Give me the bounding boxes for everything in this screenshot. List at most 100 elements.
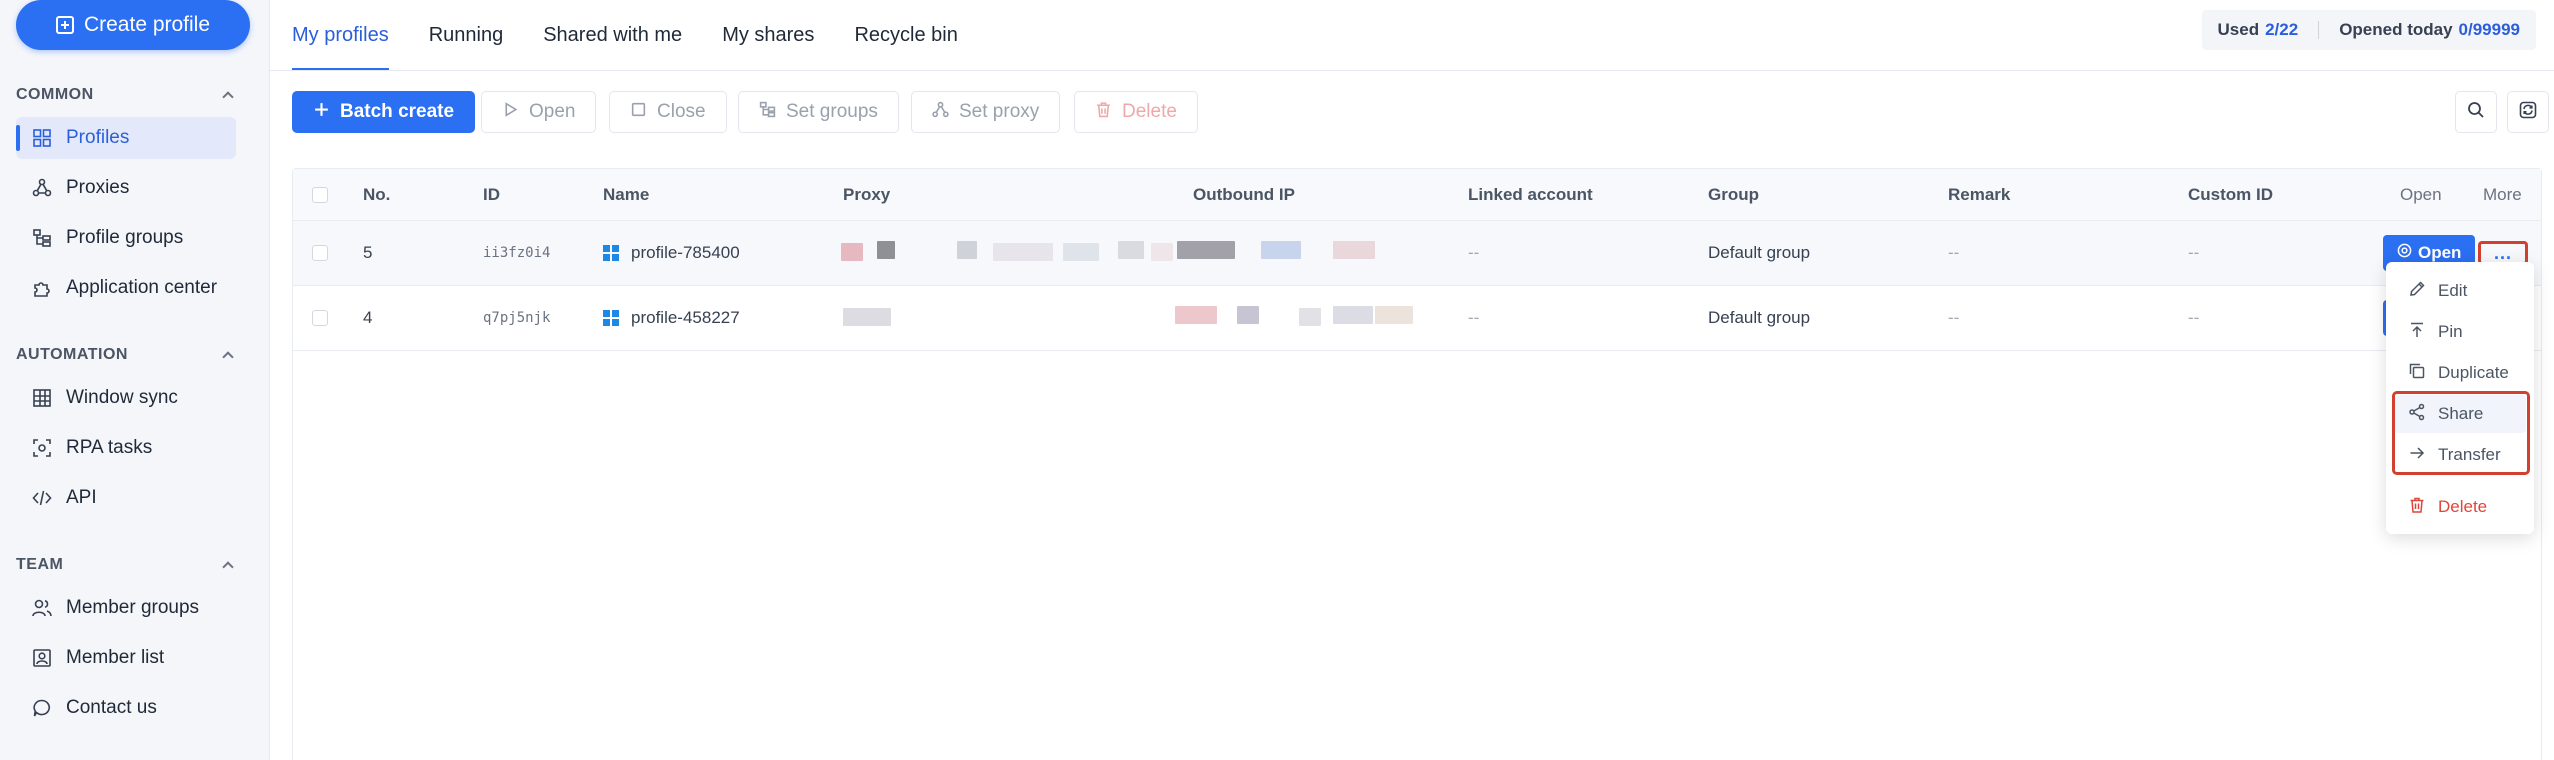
row-checkbox[interactable] [312, 245, 328, 261]
cell-group: Default group [1708, 243, 1811, 262]
trash-icon [2408, 496, 2426, 519]
col-name[interactable]: Name [603, 169, 649, 221]
menu-item-edit[interactable]: Edit [2394, 272, 2526, 310]
cell-name[interactable]: profile-458227 [603, 286, 740, 350]
section-automation[interactable]: AUTOMATION [16, 344, 238, 366]
open-button[interactable]: Open [481, 91, 597, 133]
opened-today-label: Opened today [2339, 20, 2453, 39]
sidebar-item-rpa-tasks[interactable]: RPA tasks [16, 427, 236, 469]
batch-create-button[interactable]: Batch create [292, 91, 476, 133]
grid-icon [32, 128, 52, 148]
row-checkbox[interactable] [312, 310, 328, 326]
windows-icon [603, 245, 619, 261]
windows-icon [603, 310, 619, 326]
code-icon [32, 488, 52, 508]
sidebar: Create profile COMMON Profiles Proxies P… [0, 0, 270, 760]
sidebar-item-window-sync[interactable]: Window sync [16, 377, 236, 419]
opened-today-value: 0/99999 [2458, 20, 2520, 39]
cell-id: q7pj5njk [483, 310, 551, 326]
menu-item-duplicate[interactable]: Duplicate [2394, 354, 2526, 392]
col-group[interactable]: Group [1708, 169, 1759, 221]
tab-my-shares[interactable]: My shares [722, 0, 814, 70]
chevron-up-icon [222, 561, 234, 573]
trash-icon [1095, 101, 1112, 124]
search-button[interactable] [2455, 91, 2497, 133]
select-all-checkbox[interactable] [312, 187, 328, 203]
chrome-icon [2397, 243, 2412, 263]
cell-linked-account: -- [1468, 308, 1480, 327]
scan-icon [32, 438, 52, 458]
tab-shared-with-me[interactable]: Shared with me [543, 0, 682, 70]
users-icon [32, 598, 52, 618]
cell-remark: -- [1948, 308, 1960, 327]
tab-my-profiles[interactable]: My profiles [292, 0, 389, 70]
col-no[interactable]: No. [363, 169, 390, 221]
tab-recycle-bin[interactable]: Recycle bin [854, 0, 957, 70]
col-more: More [2483, 185, 2522, 204]
network-icon [932, 101, 949, 124]
cell-linked-account: -- [1468, 243, 1480, 262]
col-id[interactable]: ID [483, 169, 500, 221]
chevron-up-icon [222, 91, 234, 103]
col-outbound-ip[interactable]: Outbound IP [1193, 169, 1295, 221]
plus-square-icon [55, 16, 74, 34]
tab-running[interactable]: Running [429, 0, 504, 70]
col-proxy[interactable]: Proxy [843, 169, 890, 221]
sidebar-item-member-list[interactable]: Member list [16, 637, 236, 679]
menu-item-delete[interactable]: Delete [2394, 488, 2526, 526]
sidebar-item-profiles[interactable]: Profiles [16, 117, 236, 159]
cell-id: ii3fz0i4 [483, 245, 551, 261]
sidebar-item-member-groups[interactable]: Member groups [16, 587, 236, 629]
create-profile-label: Create profile [83, 13, 211, 36]
pin-top-icon [2408, 321, 2426, 344]
sidebar-item-api[interactable]: API [16, 477, 236, 519]
cell-name[interactable]: profile-785400 [603, 221, 740, 285]
col-linked-account[interactable]: Linked account [1468, 169, 1593, 221]
sidebar-item-contact-us[interactable]: Contact us [16, 687, 236, 729]
cell-custom-id: -- [2188, 243, 2200, 262]
tabs-divider [270, 70, 2554, 71]
cell-no: 4 [363, 308, 373, 327]
tree-icon [32, 228, 52, 248]
chat-bubble-icon [32, 698, 52, 718]
col-remark[interactable]: Remark [1948, 169, 2010, 221]
cell-group: Default group [1708, 308, 1811, 327]
top-tabs: My profiles Running Shared with me My sh… [292, 0, 958, 70]
stop-square-icon [630, 101, 647, 124]
cell-no: 5 [363, 243, 373, 262]
table-header: No. ID Name Proxy Outbound IP Linked acc… [293, 169, 2541, 221]
contact-card-icon [32, 648, 52, 668]
section-team[interactable]: TEAM [16, 554, 238, 576]
chevron-up-icon [222, 351, 234, 363]
cell-remark: -- [1948, 243, 1960, 262]
cell-custom-id: -- [2188, 308, 2200, 327]
create-profile-button[interactable]: Create profile [16, 0, 250, 50]
quota-divider [2318, 21, 2320, 39]
copy-icon [2408, 362, 2426, 385]
close-button[interactable]: Close [609, 91, 727, 133]
refresh-button[interactable] [2507, 91, 2549, 133]
set-proxy-button[interactable]: Set proxy [911, 91, 1061, 133]
tree-icon [759, 101, 776, 124]
section-common[interactable]: COMMON [16, 84, 238, 106]
play-icon [502, 101, 519, 124]
profiles-table: No. ID Name Proxy Outbound IP Linked acc… [292, 168, 2542, 760]
puzzle-icon [32, 278, 52, 298]
menu-item-pin[interactable]: Pin [2394, 313, 2526, 351]
col-custom-id[interactable]: Custom ID [2188, 169, 2273, 221]
table-row[interactable]: 5 ii3fz0i4 profile-785400 -- Default gro… [293, 221, 2541, 286]
delete-button[interactable]: Delete [1074, 91, 1198, 133]
used-value: 2/22 [2265, 20, 2299, 39]
sidebar-item-proxies[interactable]: Proxies [16, 167, 236, 209]
quota-panel: Used 2/22 Opened today 0/99999 [2201, 10, 2536, 50]
col-open: Open [2400, 185, 2442, 204]
set-groups-button[interactable]: Set groups [738, 91, 899, 133]
network-icon [32, 178, 52, 198]
window-grid-icon [32, 388, 52, 408]
table-row[interactable]: 4 q7pj5njk profile-458227 -- Default gro… [293, 286, 2541, 351]
sidebar-item-profile-groups[interactable]: Profile groups [16, 217, 236, 259]
pencil-icon [2408, 280, 2426, 303]
plus-icon [313, 101, 330, 124]
search-icon [2467, 101, 2485, 124]
sidebar-item-application-center[interactable]: Application center [16, 267, 236, 309]
